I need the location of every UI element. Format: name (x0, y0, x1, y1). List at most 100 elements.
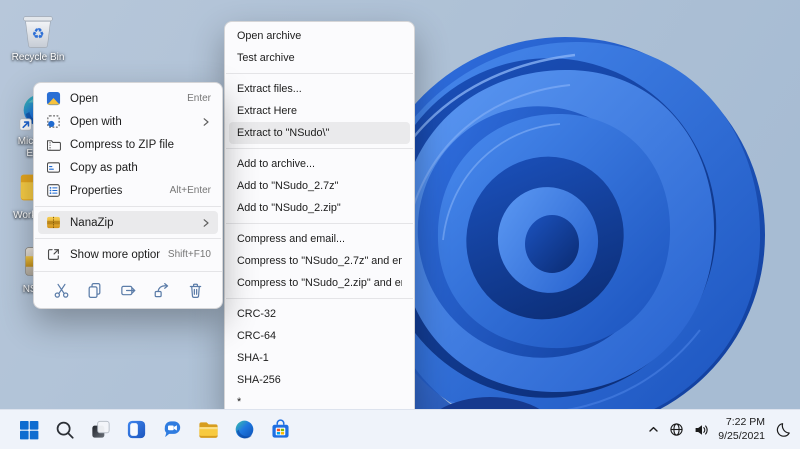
submenu-item-compress-to-nsudo-2-zip-and-email[interactable]: Compress to "NSudo_2.zip" and email (229, 272, 410, 294)
taskbar-button-store[interactable] (267, 416, 294, 443)
store-icon (269, 418, 292, 441)
menu-item-label: Open with (70, 115, 122, 128)
menu-item-open[interactable]: Open Enter (38, 87, 218, 110)
menu-item-label: Add to "NSudo_2.7z" (237, 180, 339, 192)
chevron-up-icon[interactable] (647, 423, 660, 436)
taskbar-button-chat[interactable] (159, 416, 186, 443)
clock-date: 9/25/2021 (718, 429, 765, 442)
taskbar-clock[interactable]: 7:22 PM 9/25/2021 (718, 416, 765, 443)
menu-item-label: Compress to "NSudo_2.zip" and email (237, 277, 402, 289)
network-icon[interactable] (669, 422, 684, 437)
svg-text:♻: ♻ (32, 27, 45, 43)
menu-item-label: SHA-256 (237, 374, 281, 386)
volume-icon[interactable] (693, 422, 709, 438)
menu-item-label: Copy as path (70, 161, 138, 174)
menu-item-shortcut: Shift+F10 (167, 249, 211, 260)
menu-item-properties[interactable]: Properties Alt+Enter (38, 179, 218, 202)
submenu-item-sha-1[interactable]: SHA-1 (229, 347, 410, 369)
menu-item-label: Open (70, 92, 99, 105)
context-menu: Open Enter Open with Compress to ZIP file Co… (33, 82, 223, 309)
submenu-item-compress-to-nsudo-2-7z-and-email[interactable]: Compress to "NSudo_2.7z" and email (229, 250, 410, 272)
app-icon (45, 91, 61, 107)
menu-item-label: SHA-1 (237, 352, 269, 364)
file-explorer-icon (197, 418, 220, 441)
menu-item-shortcut: Enter (187, 93, 211, 104)
submenu-item-add-to-nsudo-2-7z[interactable]: Add to "NSudo_2.7z" (229, 175, 410, 197)
nanazip-icon (45, 215, 61, 231)
menu-item-label: Show more options (70, 248, 160, 261)
menu-item-label: NanaZip (70, 216, 114, 229)
rename-icon[interactable] (116, 278, 140, 302)
taskbar-button-file-explorer[interactable] (195, 416, 222, 443)
cut-icon[interactable] (49, 278, 73, 302)
submenu-item-crc-32[interactable]: CRC-32 (229, 303, 410, 325)
share-icon[interactable] (150, 278, 174, 302)
menu-item-nanazip[interactable]: NanaZip (38, 211, 218, 234)
chevron-right-icon (201, 117, 211, 127)
menu-item-label: * (237, 396, 242, 408)
taskbar-button-start[interactable] (15, 416, 42, 443)
menu-separator (226, 148, 413, 149)
submenu-item-sha-256[interactable]: SHA-256 (229, 369, 410, 391)
menu-item-label: Compress to "NSudo_2.7z" and email (237, 255, 402, 267)
menu-item-label: CRC-64 (237, 330, 276, 342)
copy-path-icon (45, 160, 61, 176)
menu-separator (226, 298, 413, 299)
submenu-item-extract-files[interactable]: Extract files... (229, 78, 410, 100)
taskbar-button-widgets[interactable] (123, 416, 150, 443)
copy-icon[interactable] (83, 278, 107, 302)
quick-action-row (34, 271, 222, 304)
widgets-icon (125, 418, 148, 441)
delete-icon[interactable] (183, 278, 207, 302)
menu-item-label: Compress to ZIP file (70, 138, 174, 151)
properties-icon (45, 183, 61, 199)
menu-separator (35, 206, 221, 207)
menu-item-shortcut: Alt+Enter (169, 185, 211, 196)
chat-icon (161, 418, 184, 441)
taskbar-button-edge[interactable] (231, 416, 258, 443)
moon-icon[interactable] (774, 422, 790, 438)
search-icon (54, 419, 76, 441)
menu-separator (226, 73, 413, 74)
taskbar-button-search[interactable] (51, 416, 78, 443)
submenu-item-add-to-archive[interactable]: Add to archive... (229, 153, 410, 175)
open-with-icon (45, 114, 61, 130)
menu-item-label: CRC-32 (237, 308, 276, 320)
menu-item-label: Add to "NSudo_2.zip" (237, 202, 341, 214)
desktop-icon-label: Recycle Bin (11, 52, 65, 63)
recycle-bin-icon: ♻ (17, 8, 59, 50)
menu-item-copy-as-path[interactable]: Copy as path (38, 156, 218, 179)
nanazip-submenu: Open archive Test archive Extract files...… (224, 21, 415, 417)
clock-time: 7:22 PM (725, 415, 765, 428)
zip-folder-icon (45, 137, 61, 153)
chevron-right-icon (201, 218, 211, 228)
desktop-icon-recycle-bin[interactable]: ♻ Recycle Bin (5, 8, 71, 64)
menu-item-label: Properties (70, 184, 123, 197)
menu-separator (35, 238, 221, 239)
menu-item-label: Extract to "NSudo\" (237, 127, 330, 139)
menu-item-label: Test archive (237, 52, 295, 64)
taskbar: 7:22 PM 9/25/2021 (0, 409, 800, 449)
taskbar-button-task-view[interactable] (87, 416, 114, 443)
menu-item-open-with[interactable]: Open with (38, 110, 218, 133)
submenu-item-crc-64[interactable]: CRC-64 (229, 325, 410, 347)
menu-item-label: Add to archive... (237, 158, 316, 170)
submenu-item-compress-and-email[interactable]: Compress and email... (229, 228, 410, 250)
menu-separator (226, 223, 413, 224)
system-tray: 7:22 PM 9/25/2021 (647, 416, 800, 443)
submenu-item-extract-here[interactable]: Extract Here (229, 100, 410, 122)
submenu-item-extract-to-nsudo[interactable]: Extract to "NSudo\" (229, 122, 410, 144)
menu-item-show-more-options[interactable]: Show more options Shift+F10 (38, 243, 218, 266)
menu-item-label: Extract Here (237, 105, 297, 117)
menu-item-compress-to-zip-file[interactable]: Compress to ZIP file (38, 133, 218, 156)
menu-item-label: Open archive (237, 30, 302, 42)
menu-item-label: Extract files... (237, 83, 302, 95)
menu-item-label: Compress and email... (237, 233, 346, 245)
start-icon (17, 418, 41, 442)
windows-desktop: ♻Recycle BinMicrosoft EdgeWorkspaceNSudo… (0, 0, 800, 449)
submenu-item-add-to-nsudo-2-zip[interactable]: Add to "NSudo_2.zip" (229, 197, 410, 219)
submenu-item-open-archive[interactable]: Open archive (229, 25, 410, 47)
task-view-icon (89, 418, 112, 441)
show-more-icon (45, 247, 61, 263)
submenu-item-test-archive[interactable]: Test archive (229, 47, 410, 69)
